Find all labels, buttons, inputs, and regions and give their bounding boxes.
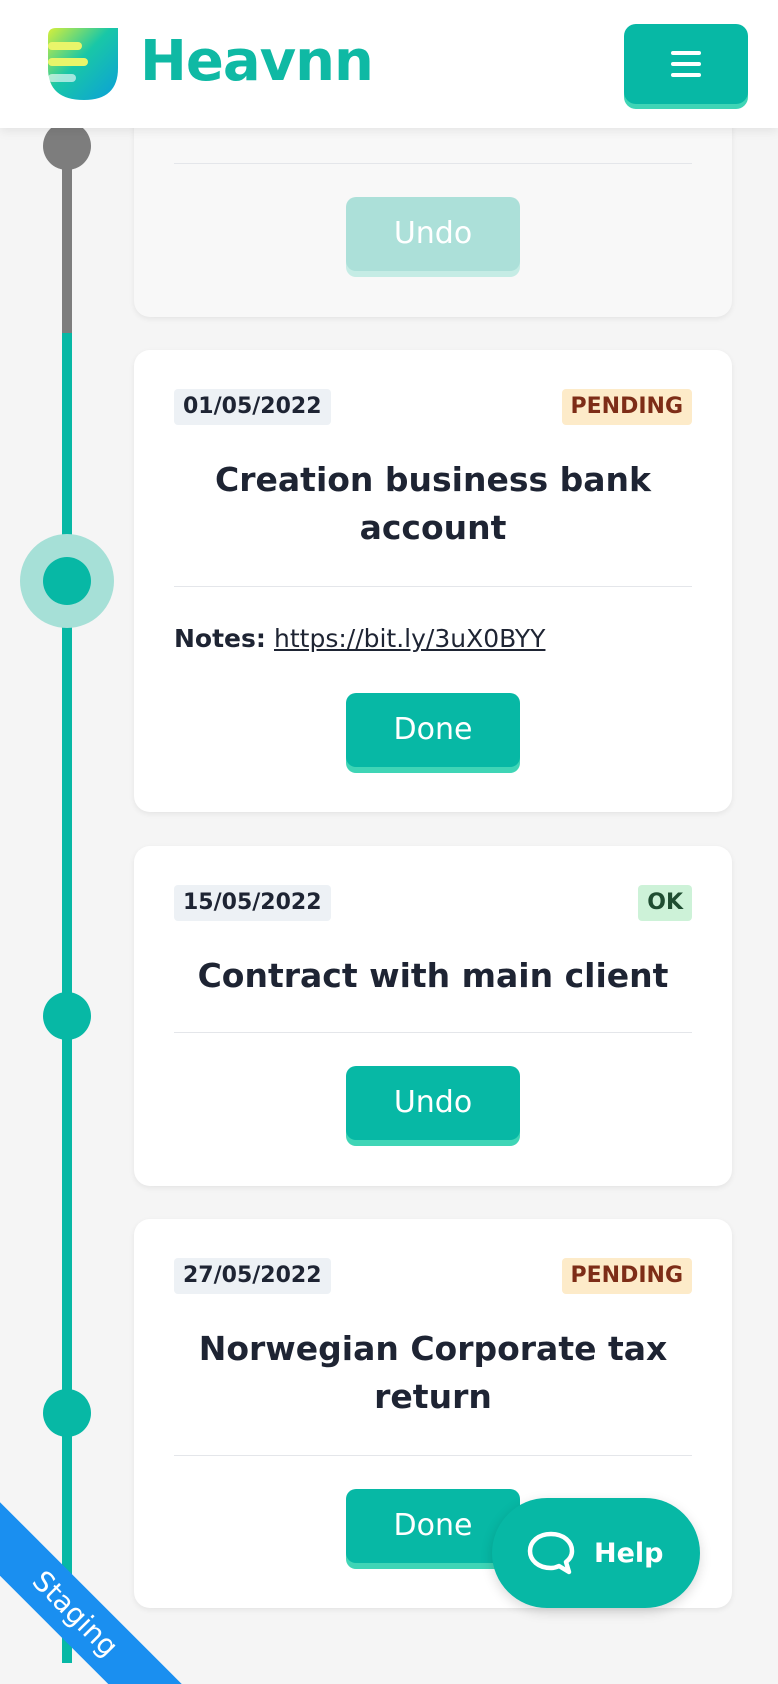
notes-link[interactable]: https://bit.ly/3uX0BYY — [274, 622, 545, 656]
chat-bubble-icon — [527, 1531, 575, 1575]
status-badge: PENDING — [561, 389, 692, 425]
card-title: Contract with main client — [197, 956, 669, 995]
hamburger-icon — [671, 51, 701, 77]
timeline-card: 15/05/2022 OK Contract with main client … — [134, 846, 732, 1186]
card-title: Norwegian Corporate tax return — [198, 1329, 668, 1416]
card-divider — [174, 1455, 692, 1456]
card-title: Creation business bank account — [215, 460, 651, 547]
card-date: 27/05/2022 — [174, 1258, 331, 1294]
card-date: 01/05/2022 — [174, 389, 331, 425]
card-divider — [174, 163, 692, 164]
timeline-dot-done — [43, 122, 91, 170]
timeline-dot-current — [43, 557, 91, 605]
timeline-card: 01/05/2022 PENDING Creation business ban… — [134, 350, 732, 812]
timeline-dot — [43, 992, 91, 1040]
card-date: 15/05/2022 — [174, 885, 331, 921]
status-badge: PENDING — [561, 1258, 692, 1294]
undo-button[interactable]: Undo — [346, 1066, 520, 1140]
timeline-dot — [43, 1389, 91, 1437]
status-badge: OK — [638, 885, 692, 921]
help-button[interactable]: Help — [492, 1498, 700, 1608]
card-divider — [174, 586, 692, 587]
undo-button[interactable]: Undo — [346, 197, 520, 271]
help-label: Help — [594, 1537, 664, 1569]
app-header: Heavnn — [0, 0, 778, 128]
heavnn-logo-icon[interactable] — [48, 28, 118, 100]
timeline-card-completed: Undo — [134, 110, 732, 317]
menu-button[interactable] — [624, 24, 748, 104]
brand-name: Heavnn — [140, 29, 374, 94]
done-button[interactable]: Done — [346, 693, 520, 767]
notes-label: Notes: — [174, 624, 266, 653]
card-divider — [174, 1032, 692, 1033]
